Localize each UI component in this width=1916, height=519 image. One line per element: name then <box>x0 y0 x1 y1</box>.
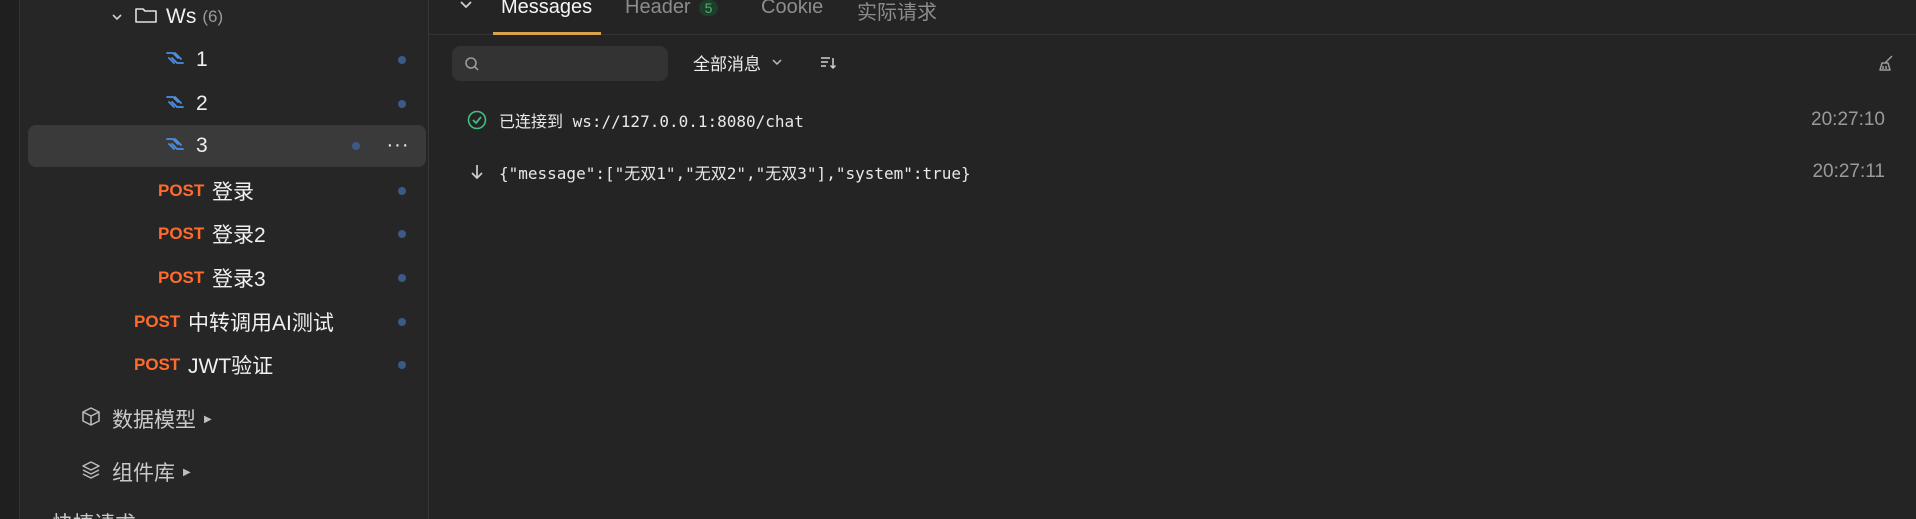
received-arrow-down-icon <box>466 161 488 183</box>
search-box[interactable] <box>452 46 668 83</box>
status-dot <box>398 274 406 282</box>
tab-actual-request[interactable]: 实际请求 <box>857 0 937 25</box>
folder-name: Ws <box>166 5 197 28</box>
status-dot <box>398 361 406 369</box>
tree-item-label: 登录 <box>212 181 254 204</box>
message-row[interactable]: {"message":["无双1","无双2","无双3"],"system":… <box>429 150 1916 194</box>
tree-item-label: JWT验证 <box>188 355 274 378</box>
filter-label: 全部消息 <box>693 55 761 74</box>
search-icon <box>464 56 480 72</box>
websocket-icon <box>164 49 186 71</box>
message-row[interactable]: 已连接到 ws://127.0.0.1:8080/chat 20:27:10 <box>429 98 1916 142</box>
status-dot <box>398 56 406 64</box>
folder-ws[interactable]: Ws (6) <box>106 0 223 34</box>
response-tabs: Messages Header 5 Cookie 实际请求 <box>429 0 1916 35</box>
status-dot <box>398 230 406 238</box>
tree-item-request[interactable]: POST JWT验证 <box>28 345 426 385</box>
folder-icon <box>134 5 158 30</box>
websocket-icon <box>164 135 186 157</box>
message-filter-dropdown[interactable]: 全部消息 <box>693 50 783 75</box>
tab-header[interactable]: Header 5 <box>625 0 719 19</box>
tab-messages[interactable]: Messages <box>501 0 592 19</box>
status-dot <box>398 318 406 326</box>
activity-bar <box>0 0 20 519</box>
section-quick-requests[interactable]: 快捷请求 ◀ <box>42 508 152 519</box>
method-badge: POST <box>134 355 181 374</box>
api-tree-sidebar: Ws (6) 1 2 3 ··· POST 登录 POST 登录2 POST 登… <box>20 0 429 519</box>
folder-count: (6) <box>202 7 224 26</box>
tree-item-request[interactable]: POST 登录2 <box>28 214 426 254</box>
chevron-down-icon[interactable] <box>457 0 475 16</box>
section-label: 数据模型 <box>112 409 196 432</box>
tree-item-request[interactable]: POST 中转调用AI测试 <box>28 302 426 342</box>
websocket-panel: Messages Header 5 Cookie 实际请求 全部消息 已连接到 … <box>429 0 1916 519</box>
clear-messages-icon[interactable] <box>1876 53 1896 73</box>
message-time: 20:27:10 <box>1811 109 1885 130</box>
message-text: {"message":["无双1","无双2","无双3"],"system":… <box>499 164 971 183</box>
caret-right-icon: ▶ <box>183 466 191 478</box>
tree-item-label: 中转调用AI测试 <box>188 312 334 335</box>
search-input[interactable] <box>486 46 660 83</box>
section-label: 快捷请求 <box>52 508 136 519</box>
section-label: 组件库 <box>112 462 175 485</box>
message-text: 已连接到 ws://127.0.0.1:8080/chat <box>499 112 804 131</box>
tree-item-ws-1[interactable]: 1 <box>28 40 426 80</box>
chevron-down-icon <box>771 53 783 73</box>
more-actions-button[interactable]: ··· <box>384 131 412 159</box>
active-tab-indicator <box>493 32 601 35</box>
tree-item-ws-2[interactable]: 2 <box>28 84 426 124</box>
method-badge: POST <box>158 181 205 200</box>
status-dot <box>398 187 406 195</box>
layers-icon <box>80 459 102 486</box>
status-dot <box>352 142 360 150</box>
tree-item-label: 登录3 <box>212 268 266 291</box>
sort-icon[interactable] <box>819 54 837 72</box>
header-count-badge: 5 <box>698 0 719 16</box>
tree-item-label: 登录2 <box>212 224 266 247</box>
chevron-down-icon[interactable] <box>106 6 128 28</box>
message-time: 20:27:11 <box>1812 161 1885 182</box>
tab-header-label: Header <box>625 0 691 18</box>
method-badge: POST <box>158 224 205 243</box>
section-data-models[interactable]: 数据模型 ▶ <box>80 404 212 434</box>
section-components[interactable]: 组件库 ▶ <box>80 457 191 487</box>
status-dot <box>398 100 406 108</box>
websocket-icon <box>164 93 186 115</box>
tree-item-label: 3 <box>196 134 208 157</box>
method-badge: POST <box>134 312 181 331</box>
tree-item-label: 1 <box>196 48 208 71</box>
connected-check-icon <box>466 109 488 131</box>
cube-icon <box>80 406 102 433</box>
tab-cookie[interactable]: Cookie <box>761 0 823 19</box>
tree-item-label: 2 <box>196 92 208 115</box>
method-badge: POST <box>158 268 205 287</box>
tree-item-request[interactable]: POST 登录3 <box>28 258 426 298</box>
tree-item-ws-3[interactable]: 3 ··· <box>28 125 426 167</box>
messages-toolbar: 全部消息 <box>429 44 1916 84</box>
caret-right-icon: ▶ <box>204 413 212 425</box>
tree-item-request[interactable]: POST 登录 <box>28 171 426 211</box>
